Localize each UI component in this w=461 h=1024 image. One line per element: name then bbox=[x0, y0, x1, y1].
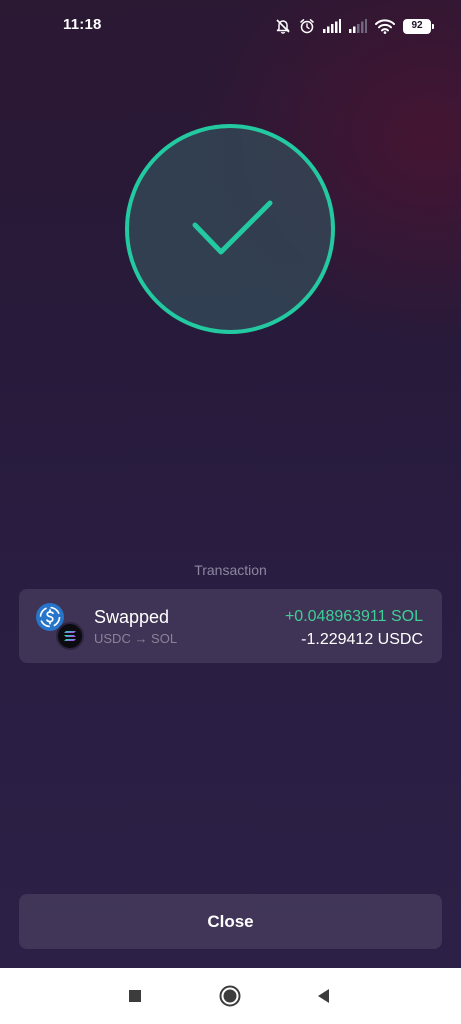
swap-success-screen: 11:18 92 Transaction Swapped USDC → SOL … bbox=[0, 0, 461, 968]
home-button[interactable] bbox=[216, 982, 244, 1010]
signal-weak-icon bbox=[349, 19, 367, 33]
mute-icon bbox=[275, 18, 291, 34]
transaction-card[interactable]: Swapped USDC → SOL +0.048963911 SOL -1.2… bbox=[19, 589, 442, 663]
signal-icon bbox=[323, 19, 341, 33]
amount-sent: -1.229412 USDC bbox=[301, 631, 423, 648]
recents-button[interactable] bbox=[121, 982, 149, 1010]
transaction-title: Swapped bbox=[94, 607, 170, 627]
back-icon bbox=[318, 989, 329, 1003]
close-button[interactable]: Close bbox=[19, 894, 442, 949]
transaction-subtitle: USDC → SOL bbox=[94, 631, 178, 646]
wifi-icon bbox=[375, 18, 395, 34]
recents-icon bbox=[129, 990, 141, 1002]
back-button[interactable] bbox=[310, 982, 338, 1010]
battery-level: 92 bbox=[411, 20, 423, 31]
status-time: 11:18 bbox=[63, 16, 102, 33]
alarm-icon bbox=[299, 18, 315, 34]
home-icon bbox=[219, 985, 241, 1007]
success-indicator bbox=[125, 124, 335, 334]
status-icons: 92 bbox=[275, 16, 434, 36]
checkmark-icon bbox=[192, 200, 273, 255]
android-nav-bar bbox=[0, 968, 461, 1024]
battery-icon: 92 bbox=[403, 18, 434, 34]
transaction-section-label: Transaction bbox=[194, 562, 267, 578]
status-bar: 11:18 92 bbox=[0, 0, 461, 48]
sol-coin-icon bbox=[56, 622, 84, 650]
amount-received: +0.048963911 SOL bbox=[284, 608, 423, 625]
